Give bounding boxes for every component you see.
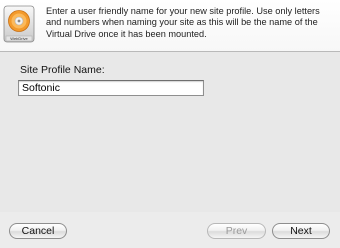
wizard-window: WebDrive Enter a user friendly name for …: [0, 0, 340, 248]
wizard-footer: Cancel Prev Next: [0, 212, 340, 248]
wizard-header: WebDrive Enter a user friendly name for …: [0, 0, 340, 52]
next-button[interactable]: Next: [272, 223, 330, 239]
prev-button[interactable]: Prev: [207, 223, 266, 239]
site-profile-name-field[interactable]: [18, 80, 204, 96]
webdrive-icon: WebDrive: [3, 5, 35, 43]
wizard-content: Site Profile Name:: [0, 52, 340, 212]
site-profile-name-label: Site Profile Name:: [20, 64, 105, 76]
app-icon-text: WebDrive: [10, 36, 28, 41]
instructions-text: Enter a user friendly name for your new …: [46, 6, 320, 39]
cancel-button[interactable]: Cancel: [9, 223, 67, 239]
